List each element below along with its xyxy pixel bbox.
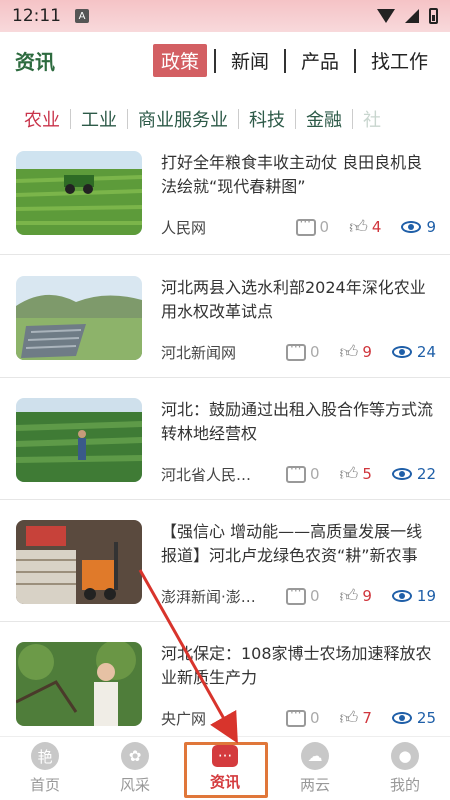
news-meta: 人民网 0 👍︎4 9 (161, 215, 436, 239)
news-source: 澎湃新闻·澎湃号 (161, 587, 256, 606)
view-count: 25 (391, 709, 436, 727)
category-industry[interactable]: 工业 (71, 106, 127, 132)
nav-home[interactable]: 艳 首页 (0, 737, 90, 800)
comment-count[interactable]: 0 (286, 340, 320, 361)
category-commerce-services[interactable]: 商业服务业 (128, 106, 238, 132)
news-title: 河北两县入选水利部2024年深化农业用水权改革试点 (161, 278, 426, 321)
comment-icon (286, 584, 306, 605)
comment-count[interactable]: 0 (286, 584, 320, 605)
comment-icon (286, 706, 306, 727)
news-meta: 央广网 0 👍︎7 25 (161, 706, 436, 730)
news-source: 河北新闻网 (161, 343, 237, 362)
chat-icon: ··· (212, 745, 238, 767)
news-item[interactable]: 【强信心 增动能——高质量发展一线报道】河北卢龙绿色农资“耕”新农事 澎湃新闻·… (0, 500, 450, 622)
eye-icon (391, 468, 412, 480)
wifi-icon (377, 9, 395, 23)
news-meta: 澎湃新闻·澎湃号 0 👍︎9 19 (161, 584, 436, 608)
news-item[interactable]: 河北两县入选水利部2024年深化农业用水权改革试点 河北新闻网 0 👍︎9 24 (0, 256, 450, 378)
status-time: 12:11 (12, 6, 61, 26)
view-count: 9 (401, 218, 436, 236)
like-count[interactable]: 👍︎ 4 (349, 216, 381, 238)
page-title: 资讯 (15, 50, 55, 74)
home-icon: 艳 (31, 742, 59, 770)
comment-icon (295, 215, 316, 236)
news-item[interactable]: 打好全年粮食丰收主动仗 良田良机良法绘就“现代春耕图” 人民网 0 👍︎4 9 (0, 148, 450, 255)
comment-count[interactable]: 0 (286, 462, 320, 483)
nav-label: 资讯 (209, 773, 240, 791)
tab-divider (213, 48, 216, 73)
comment-count[interactable]: 0 (286, 706, 320, 727)
category-finance[interactable]: 金融 (296, 106, 352, 132)
news-item[interactable]: 河北：鼓励通过出租入股合作等方式流转林地经营权 河北省人民政府 0 👍︎5 22 (0, 378, 450, 500)
view-count: 22 (391, 465, 436, 483)
news-meta: 河北新闻网 0 👍︎9 24 (161, 340, 436, 364)
tab-divider (353, 48, 356, 73)
nav-label: 风采 (119, 776, 150, 794)
nav-showcase[interactable]: ✿ 风采 (90, 737, 180, 800)
news-list: 打好全年粮食丰收主动仗 良田良机良法绘就“现代春耕图” 人民网 0 👍︎4 9 … (0, 148, 450, 736)
category-social[interactable]: 社 (353, 106, 391, 132)
news-thumbnail-orchard-farmer (16, 642, 142, 726)
battery-icon (429, 8, 438, 24)
view-count: 24 (391, 343, 436, 361)
flower-icon: ✿ (121, 742, 149, 770)
thumbs-up-icon: 👍︎ (339, 708, 359, 729)
comment-icon (286, 340, 306, 361)
news-source: 河北省人民政府 (161, 465, 256, 484)
news-title: 河北保定：108家博士农场加速释放农业新质生产力 (161, 644, 432, 687)
cloud-icon: ☁ (301, 742, 329, 770)
app-header: 资讯 政策 新闻 产品 找工作 (0, 32, 450, 90)
bottom-nav: 艳 首页 ✿ 风采 ··· 资讯 ☁ 两云 ● 我的 (0, 736, 450, 800)
news-thumbnail-forest-worker (16, 398, 142, 482)
nav-news[interactable]: ··· 资讯 (180, 737, 270, 800)
person-icon: ● (391, 742, 419, 770)
category-agriculture[interactable]: 农业 (14, 106, 70, 132)
thumbs-up-icon: 👍︎ (349, 217, 368, 238)
like-count[interactable]: 👍︎ 9 (340, 341, 372, 363)
view-count: 19 (391, 587, 436, 605)
like-count[interactable]: 👍︎ 9 (340, 585, 372, 607)
news-item[interactable]: 河北保定：108家博士农场加速释放农业新质生产力 央广网 0 👍︎7 25 (0, 622, 450, 736)
status-icons (377, 8, 438, 24)
category-bar: 农业 工业 商业服务业 科技 金融 社 (0, 96, 450, 142)
tab-products[interactable]: 产品 (293, 44, 347, 77)
tab-jobs[interactable]: 找工作 (363, 44, 436, 77)
news-source: 央广网 (161, 709, 207, 728)
nav-profile[interactable]: ● 我的 (360, 737, 450, 800)
nav-label: 我的 (389, 776, 420, 794)
signal-icon (405, 9, 419, 23)
category-technology[interactable]: 科技 (239, 106, 295, 132)
comment-icon (286, 462, 306, 483)
top-tabs: 政策 新闻 产品 找工作 (152, 44, 436, 77)
news-title: 【强信心 增动能——高质量发展一线报道】河北卢龙绿色农资“耕”新农事 (161, 522, 423, 565)
news-meta: 河北省人民政府 0 👍︎5 22 (161, 462, 436, 486)
news-source: 人民网 (161, 218, 207, 237)
like-count[interactable]: 👍︎ 5 (340, 463, 372, 485)
news-title: 河北：鼓励通过出租入股合作等方式流转林地经营权 (161, 400, 434, 443)
notification-icon: A (75, 9, 89, 23)
news-thumbnail-tractor-field (16, 151, 142, 235)
thumbs-up-icon: 👍︎ (339, 464, 359, 485)
news-thumbnail-warehouse-forklift (16, 520, 142, 604)
like-count[interactable]: 👍︎ 7 (340, 707, 372, 729)
tab-news[interactable]: 新闻 (223, 44, 277, 77)
news-title: 打好全年粮食丰收主动仗 良田良机良法绘就“现代春耕图” (161, 153, 423, 196)
status-bar: 12:11 A (0, 0, 450, 32)
nav-label: 两云 (299, 776, 330, 794)
tab-policy[interactable]: 政策 (152, 44, 207, 77)
eye-icon (401, 221, 422, 233)
comment-count[interactable]: 0 (295, 215, 329, 236)
thumbs-up-icon: 👍︎ (339, 342, 359, 363)
eye-icon (391, 712, 412, 724)
tab-divider (283, 48, 286, 73)
nav-label: 首页 (29, 776, 60, 794)
thumbs-up-icon: 👍︎ (339, 586, 359, 607)
nav-cloud[interactable]: ☁ 两云 (270, 737, 360, 800)
eye-icon (391, 346, 412, 358)
eye-icon (391, 590, 412, 602)
news-thumbnail-greenhouse-valley (16, 276, 142, 360)
